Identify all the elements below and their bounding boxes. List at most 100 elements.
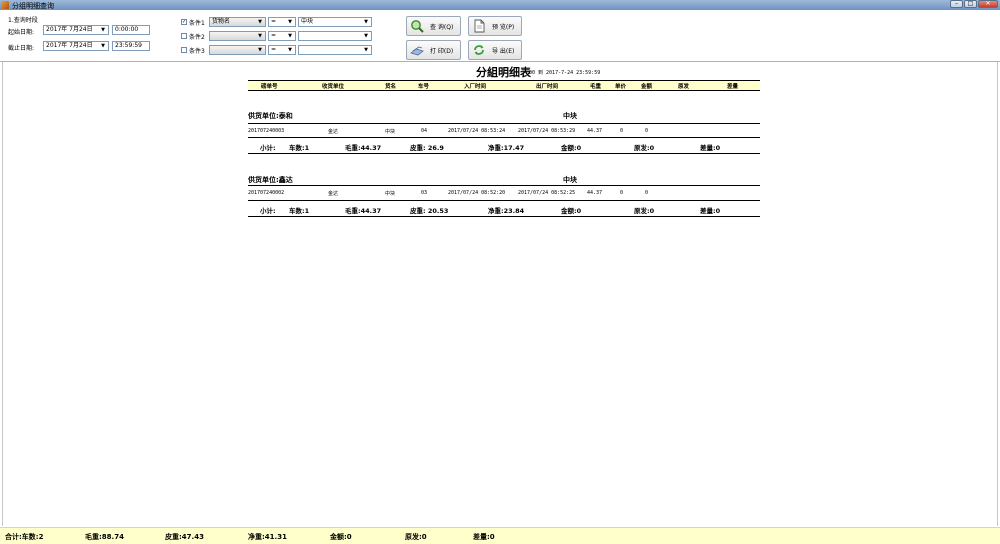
chevron-down-icon[interactable]: ▼	[286, 32, 294, 40]
group-goods: 中块	[563, 112, 577, 120]
col-goods: 货名	[385, 84, 397, 90]
cell-goods: 中块	[385, 129, 396, 135]
condition1-checkbox[interactable]: ✓	[181, 19, 187, 25]
query-button[interactable]: 查 询(Q)	[406, 16, 461, 36]
cell-out-time: 2017/07/24 08:52:25	[518, 190, 576, 196]
end-date-label: 截止日期:	[8, 45, 35, 52]
query-period-label: 1.查询时段	[8, 17, 38, 24]
cell-goods: 中块	[385, 191, 396, 197]
col-diff: 差量	[727, 84, 739, 90]
magnifier-icon	[410, 19, 424, 33]
col-in-time: 入厂时间	[464, 84, 487, 90]
condition3-operator-select[interactable]: = ▼	[268, 45, 296, 55]
condition2-field-select[interactable]: ▼	[209, 31, 266, 41]
cell-ticket-no: 201707240003	[248, 128, 285, 134]
condition1-label: 条件1	[189, 20, 205, 27]
col-truck: 车号	[418, 84, 430, 90]
col-price: 单价	[615, 84, 627, 90]
minimize-button[interactable]: –	[950, 0, 963, 8]
col-out-time: 出厂时间	[536, 84, 559, 90]
start-time-field[interactable]: 0:00:00	[112, 25, 150, 35]
condition3-value-select[interactable]: ▼	[298, 45, 372, 55]
preview-button[interactable]: 预 览(P)	[468, 16, 522, 36]
cell-amount: 0	[645, 190, 649, 196]
app-icon	[1, 1, 9, 9]
condition2-label: 条件2	[189, 34, 205, 41]
divider	[248, 185, 760, 186]
document-icon	[472, 19, 486, 33]
chevron-down-icon[interactable]: ▼	[256, 32, 264, 40]
total-amount: 金额:0	[330, 533, 352, 541]
group-supplier: 供货单位:鑫达	[248, 176, 293, 184]
export-button-label: 导 出(E)	[492, 47, 515, 55]
group-goods: 中块	[563, 176, 577, 184]
maximize-button[interactable]: □	[964, 0, 977, 8]
cell-ticket-no: 201707240002	[248, 190, 285, 196]
group-supplier: 供货单位:泰和	[248, 112, 293, 120]
chevron-down-icon[interactable]: ▼	[99, 26, 107, 34]
export-button[interactable]: 导 出(E)	[468, 40, 522, 60]
cell-amount: 0	[645, 128, 649, 134]
condition1-operator-value: =	[271, 18, 277, 25]
start-date-picker[interactable]: 2017年 7月24日 ▼	[43, 25, 109, 35]
subtotal-label: 小计:	[260, 207, 276, 215]
start-date-label: 起始日期:	[8, 29, 35, 36]
chevron-down-icon[interactable]: ▼	[256, 18, 264, 26]
total-count: 合计:车数:2	[5, 533, 44, 541]
subtotal-amount: 金额:0	[561, 207, 582, 215]
subtotal-count: 车数:1	[289, 207, 310, 215]
subtotal-tare: 皮重: 26.9	[410, 144, 444, 152]
subtotal-count: 车数:1	[289, 144, 310, 152]
divider	[248, 153, 760, 154]
refresh-icon	[472, 43, 486, 57]
end-time-field[interactable]: 23:59:59	[112, 41, 150, 51]
end-time-value: 23:59:59	[115, 42, 142, 49]
condition2-value-select[interactable]: ▼	[298, 31, 372, 41]
subtotal-orig: 原发:0	[634, 207, 655, 215]
condition3-field-select[interactable]: ▼	[209, 45, 266, 55]
condition2-operator-select[interactable]: = ▼	[268, 31, 296, 41]
cell-price: 0	[620, 128, 624, 134]
print-button-label: 打 印(D)	[430, 47, 454, 55]
preview-button-label: 预 览(P)	[492, 23, 515, 31]
condition2-operator-value: =	[271, 32, 277, 39]
total-net: 净重:41.31	[248, 533, 287, 541]
condition2-checkbox[interactable]	[181, 33, 187, 39]
col-ticket-no: 磅单号	[261, 84, 278, 90]
cell-in-time: 2017/07/24 08:52:20	[448, 190, 506, 196]
chevron-down-icon[interactable]: ▼	[286, 18, 294, 26]
subtotal-diff: 差量:0	[700, 144, 721, 152]
report-date-range: 00 到 2017-7-24 23:59:59	[529, 70, 601, 76]
col-orig: 原发	[678, 84, 690, 90]
chevron-down-icon[interactable]: ▼	[362, 46, 370, 54]
cell-truck: 03	[421, 190, 428, 196]
condition1-value-select[interactable]: 中块 ▼	[298, 17, 372, 27]
col-amount: 金额	[641, 84, 653, 90]
condition1-field-value: 货物名	[212, 18, 231, 25]
total-tare: 皮重:47.43	[165, 533, 204, 541]
divider	[248, 137, 760, 138]
cell-truck: 04	[421, 128, 428, 134]
subtotal-gross: 毛重:44.37	[345, 207, 382, 215]
chevron-down-icon[interactable]: ▼	[362, 32, 370, 40]
report-title: 分組明细表	[476, 66, 531, 79]
start-date-value: 2017年 7月24日	[46, 26, 93, 33]
printer-icon	[410, 43, 424, 57]
totals-footer: 合计:车数:2 毛重:88.74 皮重:47.43 净重:41.31 金额:0 …	[0, 527, 1000, 544]
col-receiver: 收货单位	[322, 84, 345, 90]
end-date-picker[interactable]: 2017年 7月24日 ▼	[43, 41, 109, 51]
condition1-field-select[interactable]: 货物名 ▼	[209, 17, 266, 27]
condition3-checkbox[interactable]	[181, 47, 187, 53]
print-button[interactable]: 打 印(D)	[406, 40, 461, 60]
close-button[interactable]: ✕	[978, 0, 998, 8]
condition1-operator-select[interactable]: = ▼	[268, 17, 296, 27]
chevron-down-icon[interactable]: ▼	[286, 46, 294, 54]
title-bar: 分组明细查询 – □ ✕	[0, 0, 1000, 10]
start-time-value: 0:00:00	[115, 26, 139, 33]
cell-price: 0	[620, 190, 624, 196]
query-button-label: 查 询(Q)	[430, 23, 454, 31]
window-controls: – □ ✕	[950, 0, 998, 9]
chevron-down-icon[interactable]: ▼	[256, 46, 264, 54]
chevron-down-icon[interactable]: ▼	[99, 42, 107, 50]
chevron-down-icon[interactable]: ▼	[362, 18, 370, 26]
